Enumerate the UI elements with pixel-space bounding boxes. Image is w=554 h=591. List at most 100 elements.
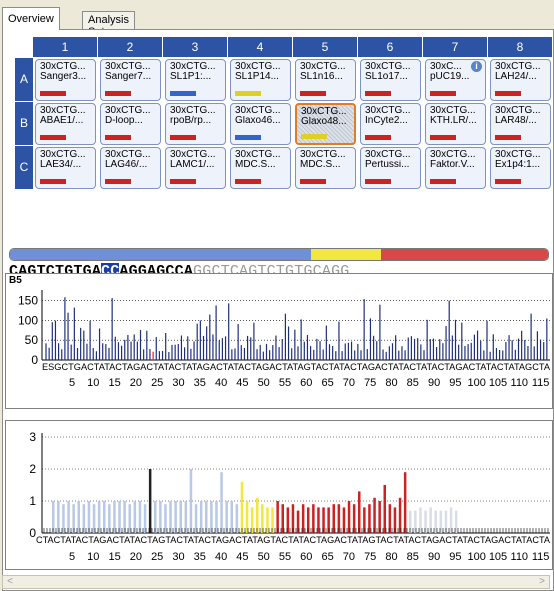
plate-well[interactable]: 30xCTG... LAMC1/... — [165, 147, 226, 189]
histogram-bar — [383, 485, 386, 533]
x-tick-label: 70 — [343, 551, 355, 563]
well-assay-name: 30xCTG... — [235, 62, 281, 72]
histogram-bar — [271, 507, 274, 533]
histogram-bar — [358, 491, 361, 533]
histogram-bar — [398, 497, 402, 533]
well-quality-bar — [170, 91, 196, 96]
histogram-bar — [62, 504, 65, 533]
plate-well[interactable]: 30xCTG... Glaxo48... — [295, 103, 356, 145]
plate-well[interactable]: 30xCTG... Pertussi... — [360, 147, 421, 189]
y-tick-label: 150 — [18, 294, 38, 308]
y-tick-label: 1 — [29, 494, 36, 508]
histogram-bar — [169, 501, 172, 533]
well-assay-name: 30xCTG... — [105, 62, 151, 72]
well-sample-name: KTH.LR/... — [430, 116, 477, 126]
pyrogram-panel[interactable]: B5 0 50 100 150 ESGCTGACTATACTAGACTATACTATAG… — [5, 273, 553, 409]
well-sample-name: Sanger3... — [40, 72, 87, 82]
y-tick-label: 0 — [31, 353, 38, 367]
histogram-bar — [128, 504, 131, 533]
well-sample-name: SL1o17... — [365, 72, 408, 82]
well-quality-bar — [365, 179, 391, 184]
histogram-bar — [281, 504, 284, 533]
x-tick-label: 30 — [172, 377, 184, 389]
x-tick-label: 25 — [151, 377, 163, 389]
well-assay-name: 30xCTG... — [365, 62, 411, 72]
histogram-bar — [368, 504, 371, 533]
plate-well[interactable]: 30xCTG... LAH24/... — [490, 59, 551, 101]
well-quality-bar — [235, 135, 261, 140]
well-quality-bar — [430, 135, 456, 140]
well-sample-name: LAMC1/... — [170, 160, 215, 170]
row-header[interactable]: A — [15, 58, 33, 101]
x-tick-label: 65 — [321, 377, 333, 389]
histogram-bar — [429, 507, 432, 533]
column-header[interactable]: 4 — [228, 37, 293, 57]
histogram-bar — [123, 501, 126, 533]
histogram-panel[interactable]: 0 1 2 3 CTACTATACTAGACTATACTAGTACTATACTAGACT… — [5, 420, 553, 570]
pyrogram-chart: 0 50 100 150 ESGCTGACTATACTAGACTATACTATAGACT… — [18, 290, 550, 389]
plate-well[interactable]: 30xCTG... SL1n16... — [295, 59, 356, 101]
plate-well[interactable]: 30xCTG... SL1o17... — [360, 59, 421, 101]
histogram-bar — [118, 501, 121, 533]
scroll-left-button[interactable]: < — [3, 576, 17, 588]
x-tick-label: 100 — [468, 551, 486, 563]
plate-well[interactable]: 30xCTG... Sanger7... — [100, 59, 161, 101]
histogram-bar — [317, 507, 320, 533]
well-label: B5 — [9, 275, 22, 286]
x-tick-label: 5 — [69, 551, 75, 563]
histogram-bar — [174, 501, 177, 533]
well-quality-bar — [495, 135, 521, 140]
info-icon[interactable]: i — [471, 61, 482, 72]
plate-well[interactable]: 30xCTG... LAE34/... — [35, 147, 96, 189]
x-tick-label: 15 — [108, 377, 120, 389]
plate-well[interactable]: 30xCTG... Ex1p4:1... — [490, 147, 551, 189]
column-header[interactable]: 2 — [98, 37, 163, 57]
column-header[interactable]: 6 — [358, 37, 423, 57]
scroll-right-button[interactable]: > — [535, 576, 549, 588]
well-assay-name: 30xCTG... — [40, 150, 86, 160]
plate-well[interactable]: 30xCTG... KTH.LR/... — [425, 103, 486, 145]
histogram-bar — [189, 469, 193, 533]
well-quality-bar — [40, 135, 66, 140]
well-assay-name: 30xCTG... — [495, 62, 541, 72]
plate-well[interactable]: 30xCTG... SL1P1:... — [165, 59, 226, 101]
plate-well[interactable]: 30xCTG... MDC.S... — [230, 147, 291, 189]
row-header[interactable]: B — [15, 102, 33, 145]
x-tick-label: 115 — [532, 377, 550, 389]
tab-analysis-setup[interactable]: Analysis Setup — [82, 11, 135, 38]
histogram-bar — [266, 507, 269, 533]
plate-well[interactable]: 30xCTG... InCyte2... — [360, 103, 421, 145]
column-header[interactable]: 3 — [163, 37, 228, 57]
x-tick-label: 100 — [468, 377, 486, 389]
x-tick-label: 90 — [428, 551, 440, 563]
plate-well[interactable]: 30xCTG... Glaxo46... — [230, 103, 291, 145]
horizontal-scrollbar[interactable]: < > — [2, 575, 550, 589]
plate-well[interactable]: 30xCTG... ABAE1/... — [35, 103, 96, 145]
plate-well[interactable]: 30xCTG... SL1P14... — [230, 59, 291, 101]
plate-well[interactable]: 30xCTG... LAR48/... — [490, 103, 551, 145]
well-quality-bar — [235, 179, 261, 184]
tab-overview[interactable]: Overview — [2, 7, 60, 30]
well-sample-name: rpoB/rp... — [170, 116, 212, 126]
plate-well[interactable]: 30xC... pUC19... i — [425, 59, 486, 101]
histogram-bar — [215, 501, 218, 533]
x-tick-label: 75 — [364, 377, 376, 389]
plate-well[interactable]: 30xCTG... Faktor.V... — [425, 147, 486, 189]
well-sample-name: MDC.S... — [235, 160, 276, 170]
plate-well[interactable]: 30xCTG... LAG46/... — [100, 147, 161, 189]
plate-well[interactable]: 30xCTG... rpoB/rp... — [165, 103, 226, 145]
histogram-bar — [403, 472, 407, 533]
well-sample-name: Faktor.V... — [430, 160, 475, 170]
dispensation-order: CTACTATACTAGACTATACTAGTACTATACTAGACTATAG… — [36, 535, 550, 545]
column-header[interactable]: 5 — [293, 37, 358, 57]
histogram-bar — [332, 504, 335, 533]
well-sample-name: InCyte2... — [365, 116, 408, 126]
plate-well[interactable]: 30xCTG... D-loop... — [100, 103, 161, 145]
well-quality-bar — [430, 91, 456, 96]
column-header[interactable]: 8 — [488, 37, 553, 57]
plate-well[interactable]: 30xCTG... Sanger3... — [35, 59, 96, 101]
column-header[interactable]: 1 — [33, 37, 98, 57]
row-header[interactable]: C — [15, 146, 33, 189]
column-header[interactable]: 7 — [423, 37, 488, 57]
plate-well[interactable]: 30xCTG... MDC.S... — [295, 147, 356, 189]
